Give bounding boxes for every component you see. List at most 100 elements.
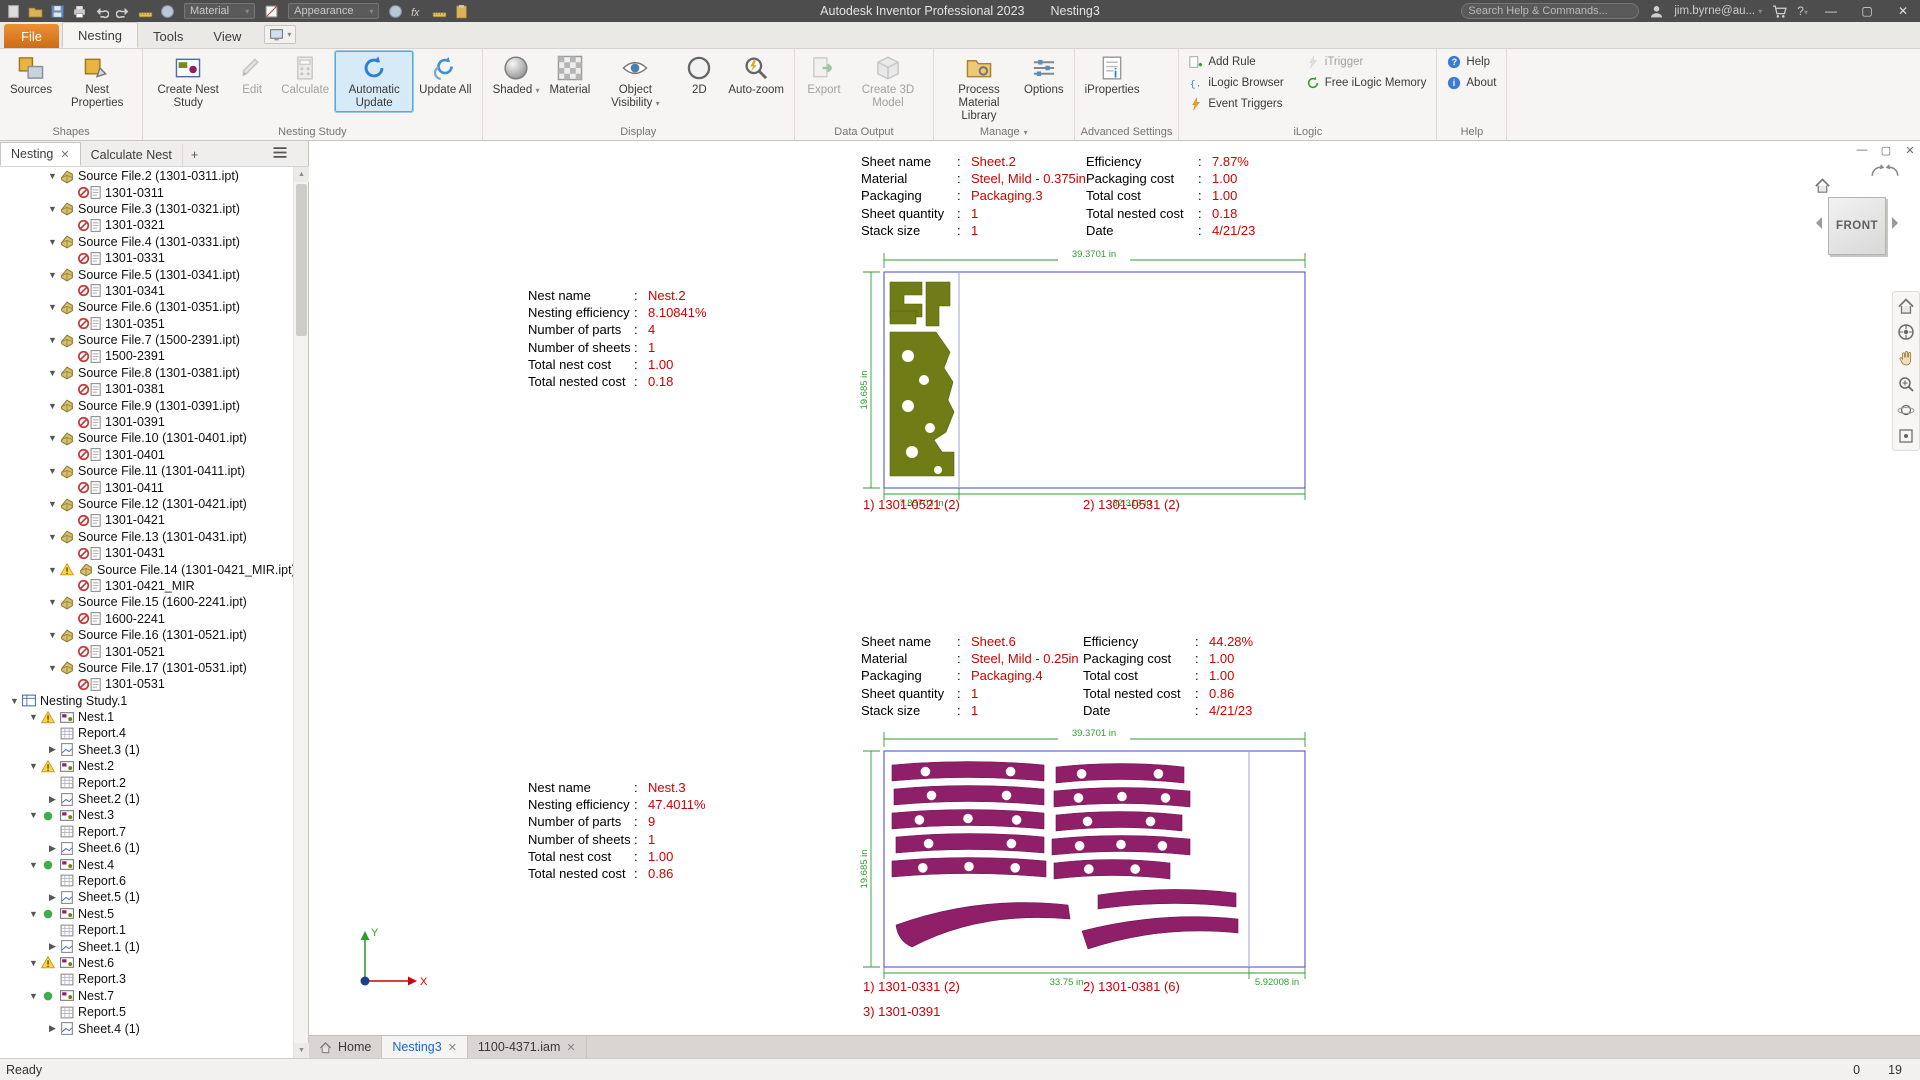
tree-item-sheet-2-1[interactable]: ▶Sheet.2 (1) [0,791,293,807]
ribbon-button-options[interactable]: Options [1020,51,1068,99]
ribbon-button-free-ilogic-memory[interactable]: Free iLogic Memory [1302,74,1431,92]
tree-item-source-file-2-1301-0311-ipt[interactable]: ▼Source File.2 (1301-0311.ipt) [0,168,293,184]
maximize-button[interactable]: ▢ [1854,1,1880,21]
expander-open-icon[interactable]: ▼ [27,860,40,870]
orbit-button[interactable] [1895,399,1917,421]
tree-item-report-2[interactable]: Report.2 [0,774,293,790]
doc-close-button[interactable]: ✕ [1901,143,1919,157]
tree-item-report-1[interactable]: Report.1 [0,922,293,938]
ribbon-tab-nesting[interactable]: Nesting [62,22,138,48]
new-file-icon[interactable] [6,4,21,19]
tree-item-source-file-5-1301-0341-ipt[interactable]: ▼Source File.5 (1301-0341.ipt) [0,266,293,282]
tree-item-1301-0341[interactable]: 1301-0341 [0,283,293,299]
tree-item-nest-5[interactable]: ▼Nest.5 [0,906,293,922]
viewcube[interactable]: FRONT [1808,161,1920,273]
browser-tab-calculate-nest[interactable]: Calculate Nest [81,144,183,166]
expander-open-icon[interactable]: ▼ [46,270,59,280]
expander-open-icon[interactable]: ▼ [27,909,40,919]
viewcube-right-arrow[interactable] [1892,217,1904,229]
expander-open-icon[interactable]: ▼ [27,761,40,771]
ribbon-button-iproperties[interactable]: iiProperties [1081,51,1144,99]
ribbon-button-sources[interactable]: Sources [6,51,56,99]
scroll-down-icon[interactable]: ▼ [294,1043,309,1058]
tree-item-1500-2391[interactable]: 1500-2391 [0,348,293,364]
search-input[interactable]: Search Help & Commands... [1461,3,1639,19]
close-button[interactable]: ✕ [1890,1,1916,21]
expander-open-icon[interactable]: ▼ [8,696,21,706]
appearance-combo[interactable]: Appearance▾ [288,3,379,19]
minimize-button[interactable]: — [1818,1,1844,21]
tree-item-source-file-16-1301-0521-ipt[interactable]: ▼Source File.16 (1301-0521.ipt) [0,627,293,643]
expander-closed-icon[interactable]: ▶ [46,941,59,952]
tree-item-source-file-6-1301-0351-ipt[interactable]: ▼Source File.6 (1301-0351.ipt) [0,299,293,315]
help-menu[interactable]: ?▾ [1797,4,1808,18]
tree-item-sheet-5-1[interactable]: ▶Sheet.5 (1) [0,889,293,905]
cart-icon[interactable] [1772,4,1787,19]
viewcube-left-arrow[interactable] [1810,217,1822,229]
tree-item-report-4[interactable]: Report.4 [0,725,293,741]
tree-item-sheet-6-1[interactable]: ▶Sheet.6 (1) [0,840,293,856]
tree-item-source-file-9-1301-0391-ipt[interactable]: ▼Source File.9 (1301-0391.ipt) [0,397,293,413]
ribbon-button-about[interactable]: iAbout [1443,74,1500,92]
tree-item-source-file-8-1301-0381-ipt[interactable]: ▼Source File.8 (1301-0381.ipt) [0,365,293,381]
viewcube-rotate-arrows-icon[interactable] [1868,163,1902,179]
ribbon-button-automatic-update[interactable]: Automatic Update [335,51,413,112]
paste-icon[interactable] [454,4,469,19]
expander-open-icon[interactable]: ▼ [46,302,59,312]
render-sphere-icon[interactable] [160,4,175,19]
expander-closed-icon[interactable]: ▶ [46,843,59,854]
zoom-button[interactable] [1895,373,1917,395]
viewcube-home-button[interactable] [1895,295,1917,317]
ribbon-button-add-rule[interactable]: Add Rule [1185,53,1287,71]
tree-item-nesting-study-1[interactable]: ▼Nesting Study.1 [0,693,293,709]
expander-open-icon[interactable]: ▼ [46,204,59,214]
tree-item-1301-0311[interactable]: 1301-0311 [0,184,293,200]
tree-item-source-file-12-1301-0421-ipt[interactable]: ▼Source File.12 (1301-0421.ipt) [0,496,293,512]
tree-item-source-file-15-1600-2241-ipt[interactable]: ▼Source File.15 (1600-2241.ipt) [0,594,293,610]
ribbon-tab-view[interactable]: View [198,24,256,48]
expander-open-icon[interactable]: ▼ [46,237,59,247]
pan-button[interactable] [1895,347,1917,369]
add-browser-tab-button[interactable]: + [183,144,206,166]
open-folder-icon[interactable] [28,4,43,19]
tree-item-source-file-7-1500-2391-ipt[interactable]: ▼Source File.7 (1500-2391.ipt) [0,332,293,348]
print-icon[interactable] [72,4,87,19]
expander-open-icon[interactable]: ▼ [46,335,59,345]
tree-item-1600-2241[interactable]: 1600-2241 [0,611,293,627]
expander-open-icon[interactable]: ▼ [46,597,59,607]
expander-closed-icon[interactable]: ▶ [46,794,59,805]
tree-item-report-5[interactable]: Report.5 [0,1004,293,1020]
material-combo[interactable]: Material▾ [184,3,255,19]
expander-open-icon[interactable]: ▼ [46,466,59,476]
tree-item-source-file-14-1301-0421-mir-ipt[interactable]: ▼Source File.14 (1301-0421_MIR.ipt) [0,561,293,577]
tree-item-source-file-17-1301-0531-ipt[interactable]: ▼Source File.17 (1301-0531.ipt) [0,660,293,676]
tree-item-source-file-13-1301-0431-ipt[interactable]: ▼Source File.13 (1301-0431.ipt) [0,529,293,545]
tree-item-1301-0421-mir[interactable]: 1301-0421_MIR [0,578,293,594]
doc-minimize-button[interactable]: — [1853,143,1871,157]
expander-open-icon[interactable]: ▼ [27,810,40,820]
document-tab-1100-4371-iam[interactable]: 1100-4371.iam✕ [468,1036,587,1058]
ribbon-button-update-all[interactable]: Update All [415,51,475,99]
tree-item-nest-6[interactable]: ▼Nest.6 [0,955,293,971]
browser-tab-nesting[interactable]: Nesting✕ [0,142,81,166]
save-icon[interactable] [50,4,65,19]
ribbon-tab-file[interactable]: File [4,24,59,48]
browser-menu-icon[interactable] [272,146,288,162]
tree-item-1301-0331[interactable]: 1301-0331 [0,250,293,266]
tree-item-1301-0521[interactable]: 1301-0521 [0,643,293,659]
redo-icon[interactable] [116,4,131,19]
expander-open-icon[interactable]: ▼ [46,401,59,411]
ribbon-button-ilogic-browser[interactable]: {..}iLogic Browser [1185,74,1287,92]
ribbon-button-process-material-library[interactable]: Process Material Library [940,51,1018,125]
close-icon[interactable]: ✕ [448,1041,457,1054]
tree-item-nest-3[interactable]: ▼Nest.3 [0,807,293,823]
expander-closed-icon[interactable]: ▶ [46,744,59,755]
expander-open-icon[interactable]: ▼ [46,663,59,673]
expander-open-icon[interactable]: ▼ [46,171,59,181]
nest-sheet-view-sheet2[interactable]: 39.3701 in19.685 in7.85703 in32.313 in [850,240,1330,515]
ribbon-button-material[interactable]: Material [545,51,594,99]
expander-open-icon[interactable]: ▼ [46,630,59,640]
expander-open-icon[interactable]: ▼ [46,433,59,443]
ribbon-button-nest-properties[interactable]: Nest Properties [58,51,136,112]
expander-open-icon[interactable]: ▼ [27,958,40,968]
